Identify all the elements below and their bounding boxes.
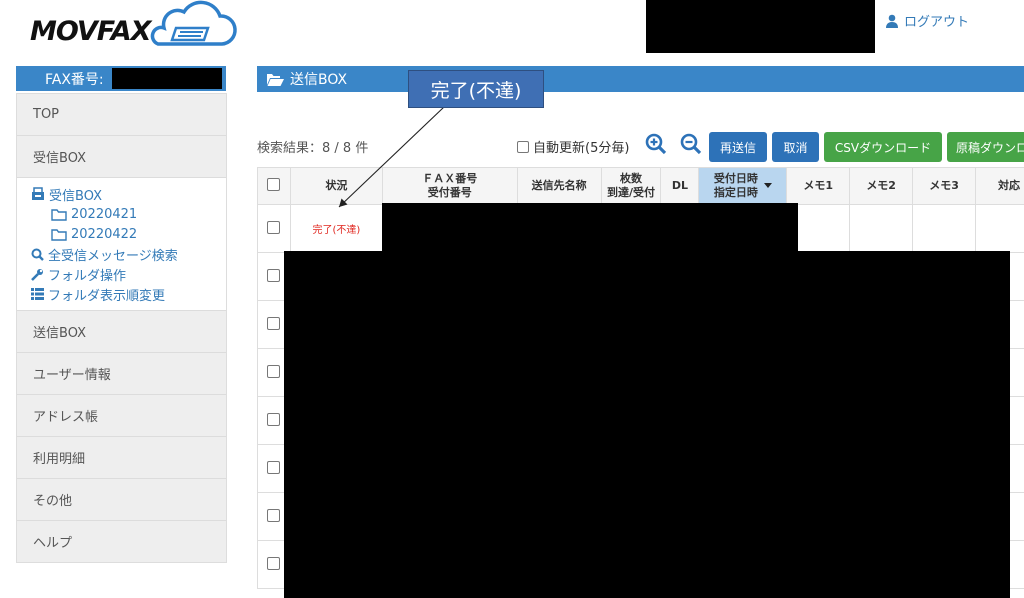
header-time-line1: 受付日時 bbox=[713, 172, 758, 185]
auto-refresh-toggle[interactable]: 自動更新(5分毎) bbox=[517, 137, 629, 156]
header-select-all[interactable] bbox=[257, 167, 291, 205]
tree-item-inbox[interactable]: 受信BOX bbox=[31, 184, 226, 204]
redacted-area bbox=[112, 68, 222, 89]
header-pages[interactable]: 枚数 到達/受付 bbox=[600, 167, 662, 205]
sidebar-item-label: TOP bbox=[33, 107, 60, 122]
row-checkbox[interactable] bbox=[267, 556, 281, 570]
row-checkbox[interactable] bbox=[267, 220, 281, 234]
original-download-button[interactable]: 原稿ダウンロード bbox=[947, 132, 1024, 162]
wrench-icon bbox=[31, 268, 43, 281]
zoom-out-icon[interactable] bbox=[680, 133, 702, 155]
header-response[interactable]: 対応 bbox=[975, 167, 1024, 205]
status-callout: 完了(不達) bbox=[408, 70, 544, 108]
row-cell bbox=[849, 204, 914, 253]
cloud-fax-icon bbox=[150, 0, 237, 46]
select-all-checkbox[interactable] bbox=[267, 177, 281, 191]
header-memo1[interactable]: メモ1 bbox=[786, 167, 851, 205]
page-title-bar: 送信BOX bbox=[257, 66, 1024, 92]
header-fax-number[interactable]: ＦＡＸ番号 受付番号 bbox=[381, 167, 518, 205]
row-select-cell bbox=[257, 204, 291, 253]
auto-refresh-label: 自動更新(5分毎) bbox=[533, 141, 630, 156]
folder-operations-link[interactable]: フォルダ操作 bbox=[31, 264, 226, 284]
row-status: 完了(不達) bbox=[312, 225, 361, 236]
sidebar-item-label: 受信BOX bbox=[33, 151, 86, 166]
tree-folder-20220422[interactable]: 20220422 bbox=[31, 224, 226, 244]
row-checkbox[interactable] bbox=[267, 364, 281, 378]
logout-label: ログアウト bbox=[904, 15, 970, 30]
table-header-row: 状況 ＦＡＸ番号 受付番号 送信先名称 枚数 到達/受付 DL 受付日時 指定日… bbox=[257, 167, 1024, 205]
folder-order-link[interactable]: フォルダ表示順変更 bbox=[31, 284, 226, 304]
folder-order-label: フォルダ表示順変更 bbox=[48, 288, 166, 304]
sidebar-item-label: 送信BOX bbox=[33, 326, 86, 341]
sidebar-item-outbox[interactable]: 送信BOX bbox=[17, 310, 226, 352]
fax-number-label: FAX番号: bbox=[45, 71, 104, 88]
sidebar-item-label: アドレス帳 bbox=[33, 410, 99, 425]
page-title: 送信BOX bbox=[290, 72, 348, 88]
folder-icon bbox=[51, 228, 67, 241]
sidebar-item-label: ユーザー情報 bbox=[33, 368, 111, 383]
sidebar-item-user-info[interactable]: ユーザー情報 bbox=[17, 352, 226, 394]
header-memo3[interactable]: メモ3 bbox=[912, 167, 976, 205]
sort-desc-icon bbox=[763, 183, 772, 188]
folder-operations-label: フォルダ操作 bbox=[48, 268, 127, 284]
sidebar-item-usage[interactable]: 利用明細 bbox=[17, 436, 226, 478]
row-status-cell: 完了(不達) bbox=[289, 204, 383, 253]
zoom-in-icon[interactable] bbox=[645, 133, 667, 155]
row-checkbox[interactable] bbox=[267, 412, 281, 426]
header-pages-line1: 枚数 bbox=[619, 172, 642, 185]
sidebar-item-label: その他 bbox=[33, 494, 73, 509]
redacted-area bbox=[646, 0, 875, 53]
resend-button[interactable]: 再送信 bbox=[709, 132, 767, 162]
header-time-line2: 指定日時 bbox=[713, 186, 758, 199]
sidebar-item-label: ヘルプ bbox=[33, 536, 73, 551]
fax-box-icon bbox=[32, 187, 44, 200]
sidebar-item-help[interactable]: ヘルプ bbox=[17, 520, 226, 562]
inbox-folder-tree: 受信BOX 20220421 20220422 全受信メッセージ検索 フォルダ操… bbox=[17, 177, 226, 310]
row-checkbox[interactable] bbox=[267, 460, 281, 474]
header-datetime[interactable]: 受付日時 指定日時 bbox=[698, 167, 788, 205]
sidebar-item-address-book[interactable]: アドレス帳 bbox=[17, 394, 226, 436]
sidebar-item-inbox[interactable]: 受信BOX bbox=[17, 135, 226, 177]
row-checkbox[interactable] bbox=[267, 268, 281, 282]
row-cell bbox=[912, 204, 976, 253]
tree-folder-label: 20220421 bbox=[71, 206, 138, 222]
header-memo2[interactable]: メモ2 bbox=[849, 167, 914, 205]
sidebar: TOP 受信BOX 受信BOX 20220421 20220422 全受信メッセ… bbox=[16, 93, 227, 563]
header-status[interactable]: 状況 bbox=[289, 167, 383, 205]
redacted-area bbox=[284, 251, 1010, 598]
sidebar-item-other[interactable]: その他 bbox=[17, 478, 226, 520]
movfax-logo[interactable]: MOVFAX bbox=[30, 0, 250, 56]
sidebar-item-label: 利用明細 bbox=[33, 452, 86, 467]
search-all-label: 全受信メッセージ検索 bbox=[48, 248, 178, 264]
cancel-button[interactable]: 取消 bbox=[772, 132, 819, 162]
sidebar-item-top[interactable]: TOP bbox=[17, 93, 226, 135]
list-icon bbox=[31, 288, 44, 300]
logo-text: MOVFAX bbox=[30, 16, 151, 47]
row-cell bbox=[975, 204, 1024, 253]
header-dl[interactable]: DL bbox=[660, 167, 700, 205]
search-icon bbox=[31, 248, 44, 261]
header-pages-line2: 到達/受付 bbox=[606, 186, 655, 199]
folder-open-icon bbox=[267, 73, 284, 86]
header-fax-line2: 受付番号 bbox=[427, 186, 472, 199]
redacted-area bbox=[382, 203, 798, 251]
header-recipient[interactable]: 送信先名称 bbox=[516, 167, 602, 205]
search-result-count: 検索結果：8 / 8 件 bbox=[257, 141, 369, 156]
user-icon bbox=[886, 14, 898, 28]
logout-link[interactable]: ログアウト bbox=[885, 11, 969, 30]
tree-folder-label: 20220422 bbox=[71, 226, 138, 242]
folder-icon bbox=[51, 208, 67, 221]
header-fax-line1: ＦＡＸ番号 bbox=[422, 172, 478, 185]
fax-number-bar: FAX番号: bbox=[16, 66, 226, 91]
tree-item-label: 受信BOX bbox=[49, 188, 102, 204]
tree-folder-20220421[interactable]: 20220421 bbox=[31, 204, 226, 224]
original-download-label: 原稿ダウンロード bbox=[956, 140, 1024, 155]
csv-download-button[interactable]: CSVダウンロード bbox=[824, 132, 942, 162]
row-checkbox[interactable] bbox=[267, 316, 281, 330]
auto-refresh-checkbox[interactable] bbox=[517, 140, 529, 153]
search-all-messages-link[interactable]: 全受信メッセージ検索 bbox=[31, 244, 226, 264]
row-checkbox[interactable] bbox=[267, 508, 281, 522]
